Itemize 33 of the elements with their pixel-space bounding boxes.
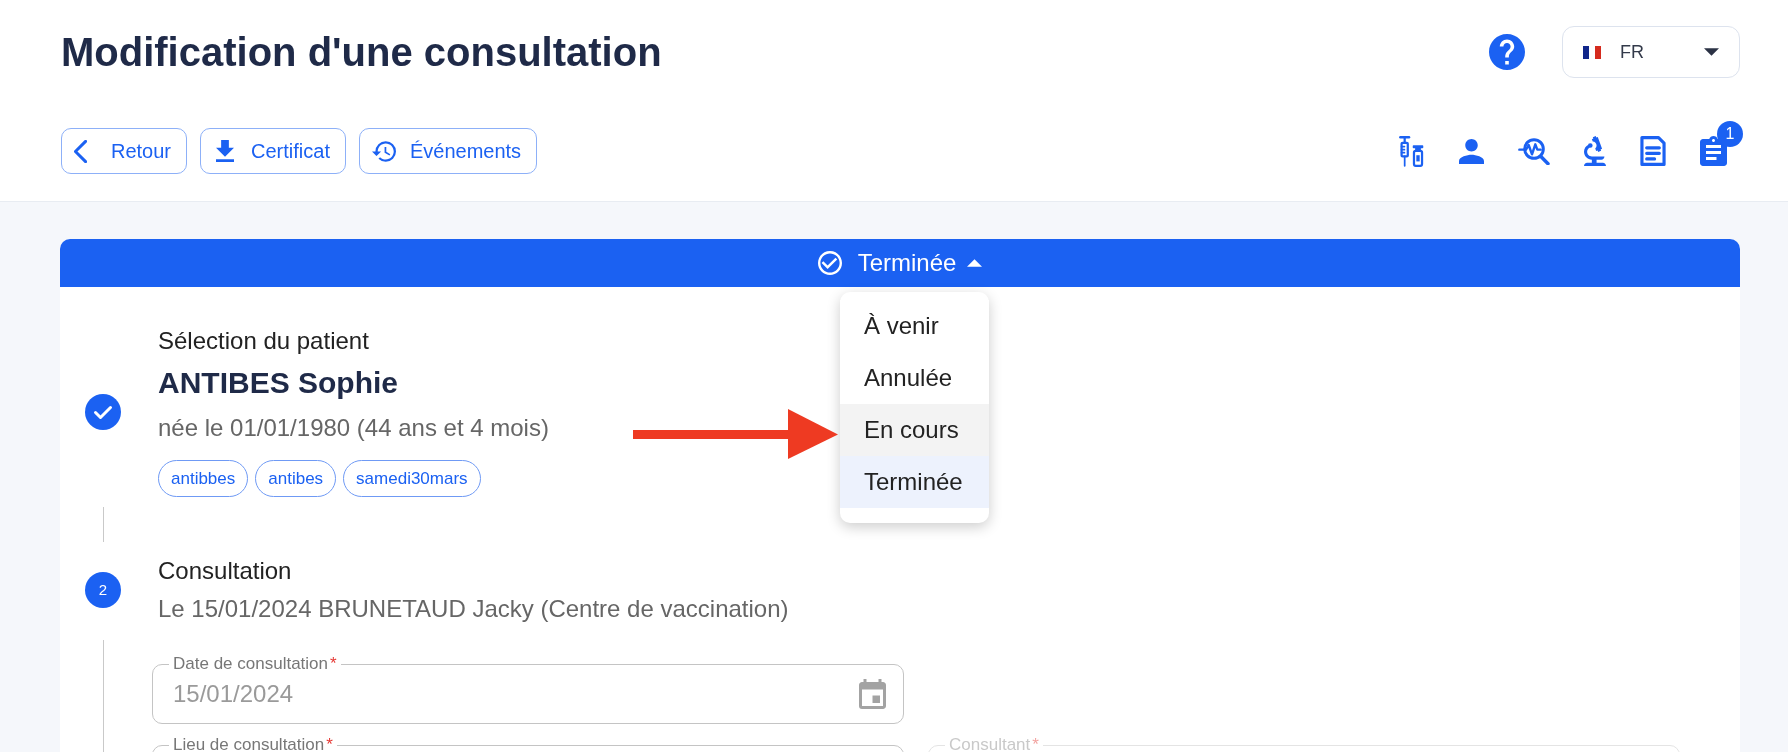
step-number: 2 — [85, 572, 121, 608]
field-label: Date de consultation* — [172, 655, 338, 673]
pulse-magnifier-icon[interactable] — [1518, 137, 1550, 165]
status-toggle[interactable]: Terminée — [817, 239, 983, 287]
flag-icon — [1583, 45, 1601, 59]
microscope-icon[interactable] — [1584, 136, 1606, 166]
back-button[interactable]: Retour — [61, 128, 188, 174]
download-button[interactable]: Certificat — [200, 128, 346, 174]
language-select[interactable]: FR — [1562, 26, 1740, 78]
step-title: Consultation — [158, 557, 293, 585]
status-option[interactable]: Terminée — [840, 456, 989, 508]
help-icon[interactable] — [1489, 34, 1525, 70]
page-title: Modification d'une consultation — [61, 29, 662, 76]
field-label: Lieu de consultation* — [172, 736, 334, 752]
caret-down-icon — [1704, 48, 1719, 56]
step-summary: Le 15/01/2024 BRUNETAUD Jacky (Centre de vaccination) — [158, 595, 789, 623]
download-icon — [216, 140, 235, 162]
clipboard-icon[interactable] — [1700, 136, 1727, 166]
step-title: Sélection du patient — [158, 327, 370, 355]
syringe-vial-icon[interactable] — [1398, 135, 1425, 167]
chevron-left-icon — [74, 139, 87, 163]
person-icon[interactable] — [1459, 138, 1484, 164]
caret-up-icon — [967, 259, 983, 267]
document-icon[interactable] — [1640, 136, 1666, 166]
patient-name: ANTIBES Sophie — [158, 366, 399, 400]
history-button[interactable]: Événements — [358, 128, 538, 174]
status-option[interactable]: En cours — [840, 404, 989, 456]
step-summary: née le 01/01/1980 (44 ans et 4 mois) — [158, 414, 549, 442]
notification-badge: 1 — [1717, 121, 1743, 147]
status-option[interactable]: Annulée — [840, 352, 989, 404]
history-icon — [371, 140, 396, 162]
status-option[interactable]: À venir — [840, 300, 989, 352]
date-field[interactable]: Date de consultation* 15/01/2024 — [152, 655, 904, 724]
